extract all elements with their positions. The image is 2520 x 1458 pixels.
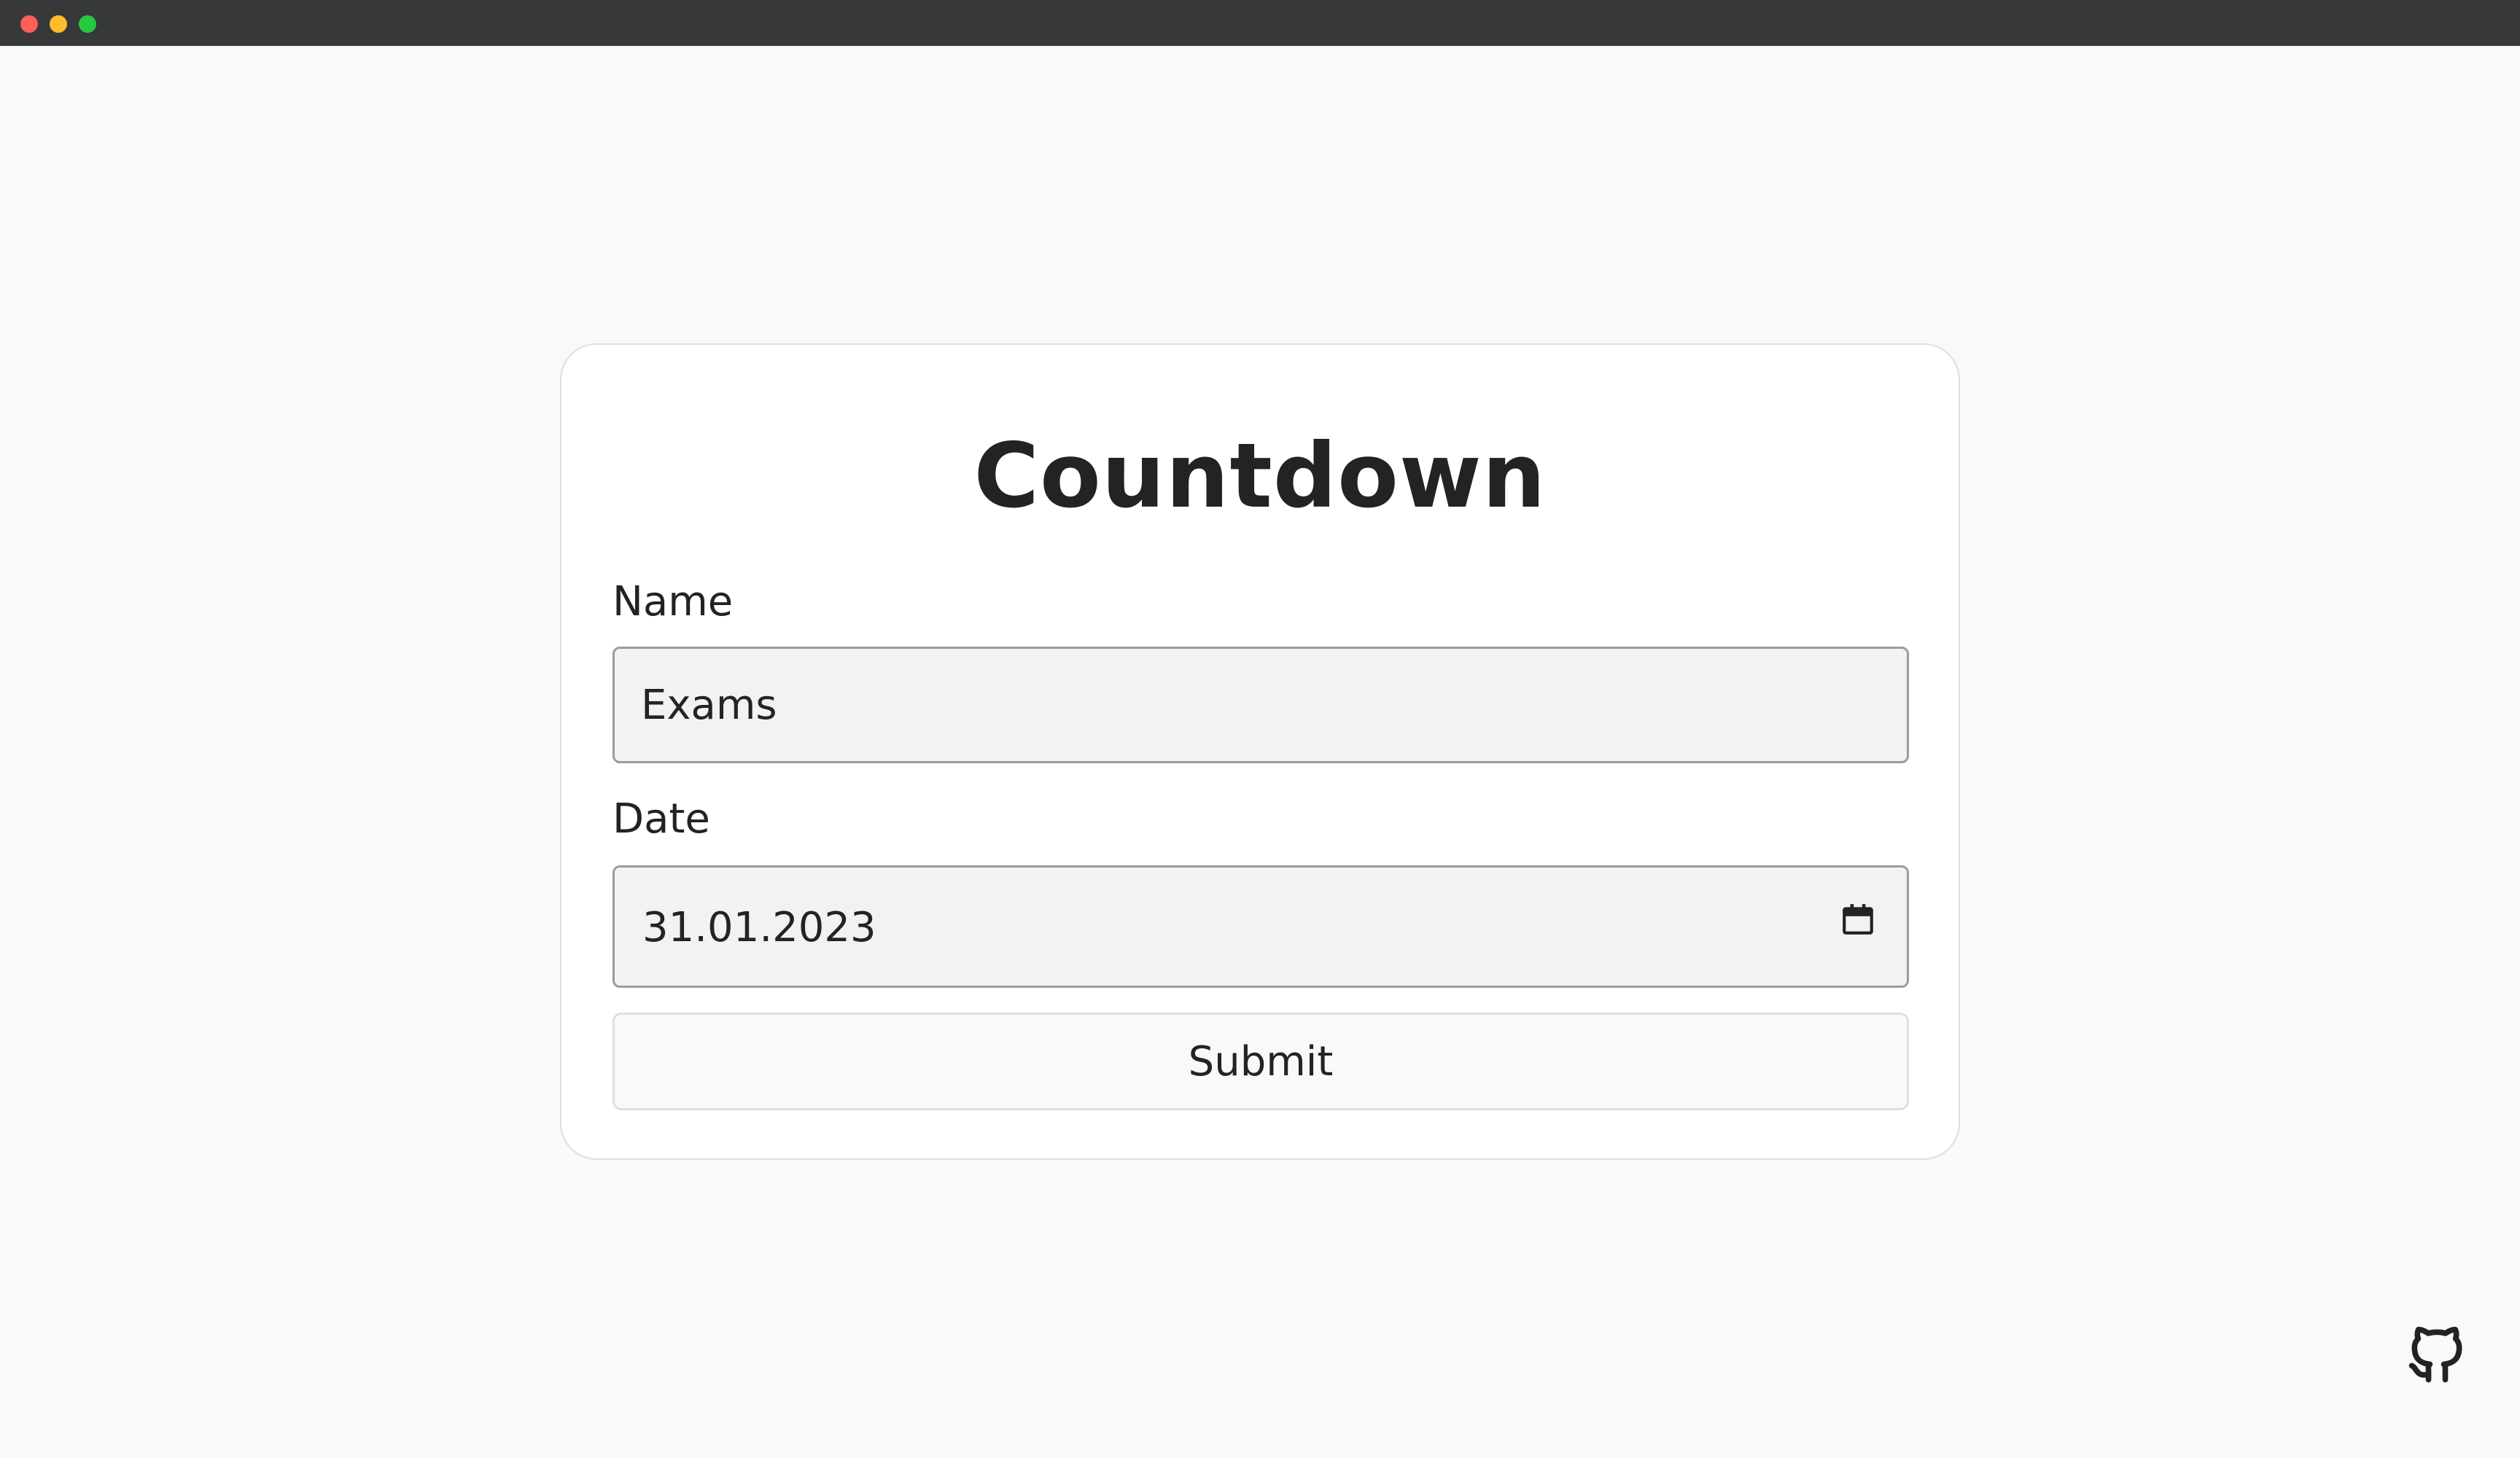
close-window-button[interactable] (20, 15, 38, 33)
submit-button[interactable]: Submit (612, 1013, 1909, 1110)
date-input[interactable]: 31.01.2023 (612, 865, 1909, 988)
page-title: Countdown (973, 424, 1547, 528)
name-label: Name (612, 578, 734, 625)
calendar-icon[interactable] (1840, 900, 1876, 939)
countdown-form-card: Countdown Name Date 31.01.2023 Submit (560, 343, 1960, 1160)
zoom-window-button[interactable] (79, 15, 96, 33)
date-label: Date (612, 795, 710, 843)
github-icon[interactable] (2403, 1321, 2470, 1388)
window-titlebar (0, 0, 2520, 46)
date-value[interactable]: 31.01.2023 (642, 903, 876, 954)
minimize-window-button[interactable] (50, 15, 67, 33)
name-input[interactable] (612, 647, 1909, 763)
